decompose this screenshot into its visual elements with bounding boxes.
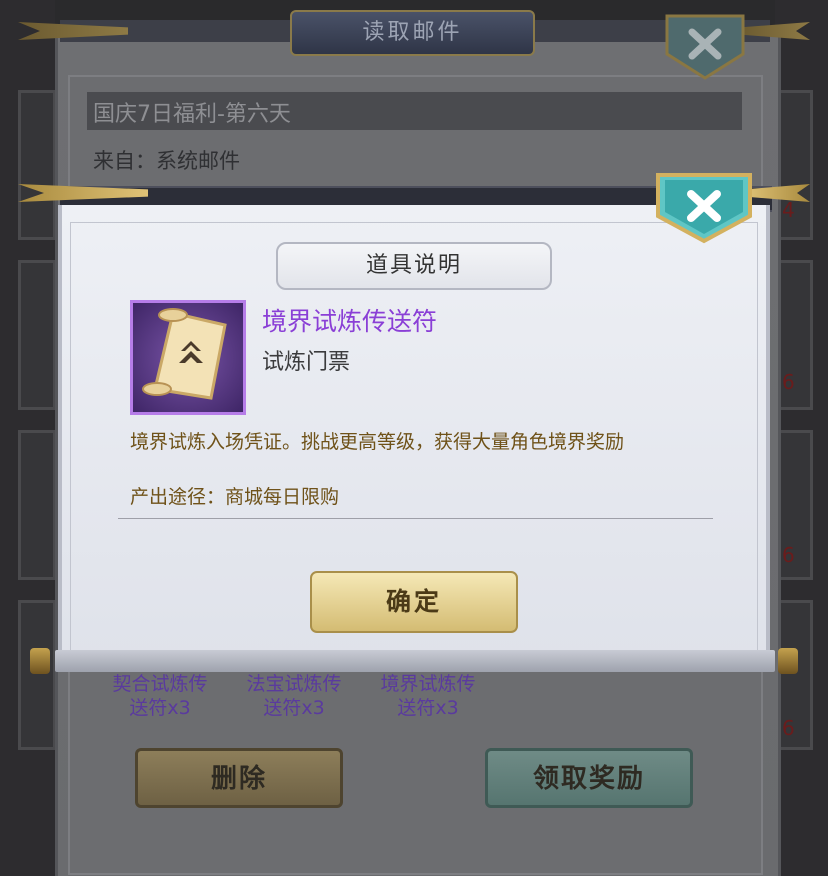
popup-close-button[interactable] bbox=[655, 172, 753, 244]
item-type: 试炼门票 bbox=[262, 350, 351, 375]
attachment-label[interactable]: 境界试炼传 送符x3 bbox=[363, 672, 493, 720]
attachment-label[interactable]: 法宝试炼传 送符x3 bbox=[229, 672, 359, 720]
scroll-icon bbox=[142, 308, 227, 400]
side-number: 6 bbox=[782, 716, 795, 740]
confirm-button[interactable]: 确定 bbox=[310, 571, 518, 633]
background-slot bbox=[18, 90, 56, 240]
side-number: 6 bbox=[782, 370, 795, 394]
side-number: 4 bbox=[782, 198, 795, 222]
attachment-name-line1: 契合试炼传 bbox=[112, 673, 208, 695]
mail-close-button[interactable] bbox=[665, 14, 745, 80]
item-source: 产出途径：商城每日限购 bbox=[130, 486, 340, 508]
mail-title: 读取邮件 bbox=[362, 20, 463, 45]
background-slot bbox=[18, 260, 56, 410]
attachment-name-line2: 送符x3 bbox=[129, 697, 191, 719]
attachment-label[interactable]: 契合试炼传 送符x3 bbox=[95, 672, 225, 720]
attachment-name-line2: 送符x3 bbox=[397, 697, 459, 719]
item-icon-frame bbox=[130, 300, 246, 415]
mail-sender: 来自：系统邮件 bbox=[93, 149, 240, 173]
background-slot bbox=[18, 430, 56, 580]
roller-end-left bbox=[30, 648, 50, 674]
attachment-name-line1: 境界试炼传 bbox=[380, 673, 476, 695]
item-name: 境界试炼传送符 bbox=[262, 307, 438, 336]
side-number: 6 bbox=[782, 543, 795, 567]
scroll-roller bbox=[55, 650, 775, 672]
mail-title-plate: 读取邮件 bbox=[290, 10, 535, 56]
background-slot bbox=[18, 600, 56, 750]
claim-reward-button[interactable]: 领取奖励 bbox=[485, 748, 693, 808]
item-description: 境界试炼入场凭证。挑战更高等级，获得大量角色境界奖励 bbox=[130, 431, 625, 453]
popup-title: 道具说明 bbox=[276, 242, 552, 290]
attachment-name-line1: 法宝试炼传 bbox=[246, 673, 342, 695]
attachment-name-line2: 送符x3 bbox=[263, 697, 325, 719]
delete-button[interactable]: 删除 bbox=[135, 748, 343, 808]
mail-subject: 国庆7日福利-第六天 bbox=[93, 102, 291, 127]
divider bbox=[118, 518, 713, 519]
roller-end-right bbox=[778, 648, 798, 674]
